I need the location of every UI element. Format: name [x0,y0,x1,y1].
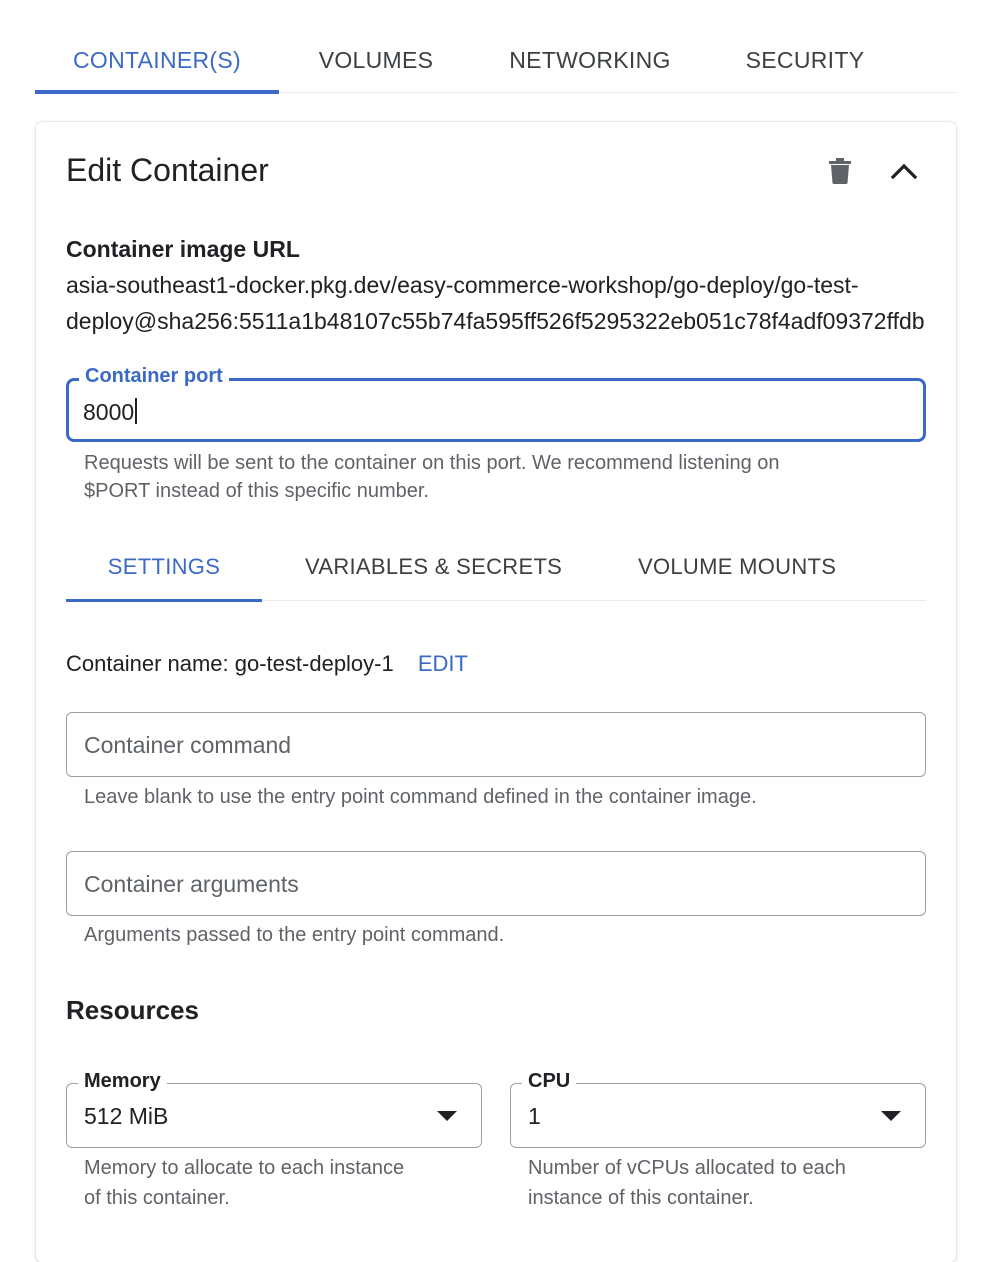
cpu-helper-line-2: instance of this container. [528,1187,754,1209]
delete-container-button[interactable] [816,149,864,197]
text-caret [135,398,138,424]
cpu-helper: Number of vCPUs allocated to each instan… [528,1153,846,1213]
container-name-text: Container name: go-test-deploy-1 [66,651,394,676]
container-command-input[interactable]: Container command [84,732,291,759]
memory-select[interactable]: Memory 512 MiB [66,1070,482,1148]
tab-variables-secrets[interactable]: VARIABLES & SECRETS [305,536,562,598]
memory-helper: Memory to allocate to each instance of t… [84,1153,404,1213]
container-sub-tab-bar: SETTINGS VARIABLES & SECRETS VOLUME MOUN… [66,536,926,602]
edit-container-name-link[interactable]: EDIT [418,651,468,676]
collapse-button[interactable] [880,149,928,197]
cpu-helper-line-1: Number of vCPUs allocated to each [528,1157,846,1179]
memory-label: Memory [78,1070,167,1093]
container-arguments-field[interactable]: Container arguments [66,851,926,916]
card-title: Edit Container [66,152,269,188]
container-name-row: Container name: go-test-deploy-1 EDIT [66,651,468,677]
tab-networking[interactable]: NETWORKING [473,30,707,90]
container-command-field[interactable]: Container command [66,712,926,777]
top-tab-bar: CONTAINER(S) VOLUMES NETWORKING SECURITY [35,30,957,94]
image-url-line-1: asia-southeast1-docker.pkg.dev/easy-comm… [66,272,859,298]
trash-icon [828,157,852,190]
memory-helper-line-1: Memory to allocate to each instance [84,1157,405,1179]
arguments-helper: Arguments passed to the entry point comm… [84,924,505,946]
container-port-label: Container port [79,365,229,388]
dropdown-arrow-icon [881,1111,901,1121]
image-url-line-2: deploy@sha256:5511a1b48107c55b74fa595ff5… [66,308,925,334]
resources-heading: Resources [66,995,199,1025]
tab-volumes[interactable]: VOLUMES [279,30,473,90]
container-port-field[interactable]: Container port 8000 [66,365,926,442]
tab-settings[interactable]: SETTINGS [66,536,262,598]
memory-helper-line-2: of this container. [84,1187,230,1209]
port-helper-line-2: $PORT instead of this specific number. [84,480,429,502]
memory-value: 512 MiB [84,1103,169,1129]
tab-containers[interactable]: CONTAINER(S) [35,30,279,90]
active-tab-indicator [35,90,279,94]
port-helper-line-1: Requests will be sent to the container o… [84,452,780,474]
cpu-value: 1 [528,1103,541,1129]
tab-security[interactable]: SECURITY [707,30,903,90]
active-sub-tab-indicator [66,599,262,602]
cpu-label: CPU [522,1070,577,1093]
image-url-label: Container image URL [66,236,300,262]
tab-volume-mounts[interactable]: VOLUME MOUNTS [638,536,836,598]
dropdown-arrow-icon [437,1111,457,1121]
container-port-input[interactable]: 8000 [83,398,138,426]
container-arguments-input[interactable]: Container arguments [84,871,299,898]
command-helper: Leave blank to use the entry point comma… [84,786,757,808]
cpu-select[interactable]: CPU 1 [510,1070,926,1148]
chevron-up-icon [890,162,918,185]
